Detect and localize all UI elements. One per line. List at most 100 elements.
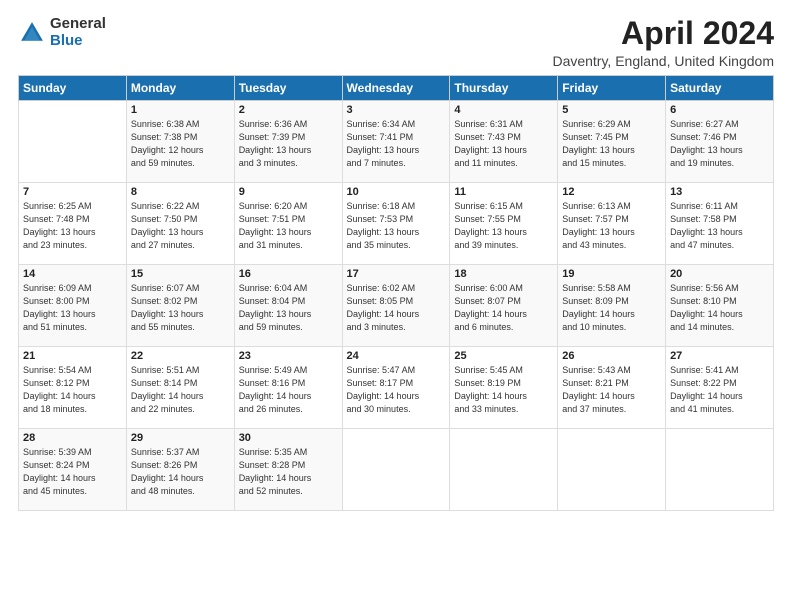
day-info: Sunrise: 6:00 AM Sunset: 8:07 PM Dayligh… (454, 282, 553, 334)
calendar-cell: 1 Sunrise: 6:38 AM Sunset: 7:38 PM Daylig… (126, 101, 234, 183)
header-cell-friday: Friday (558, 76, 666, 101)
week-row-2: 7 Sunrise: 6:25 AM Sunset: 7:48 PM Daylig… (19, 183, 774, 265)
week-row-3: 14 Sunrise: 6:09 AM Sunset: 8:00 PM Dayli… (19, 265, 774, 347)
calendar-table: SundayMondayTuesdayWednesdayThursdayFrid… (18, 75, 774, 511)
day-number: 25 (454, 350, 553, 362)
day-number: 21 (23, 350, 122, 362)
calendar-cell: 9 Sunrise: 6:20 AM Sunset: 7:51 PM Daylig… (234, 183, 342, 265)
day-info: Sunrise: 6:34 AM Sunset: 7:41 PM Dayligh… (347, 118, 446, 170)
day-number: 19 (562, 268, 661, 280)
day-info: Sunrise: 6:27 AM Sunset: 7:46 PM Dayligh… (670, 118, 769, 170)
calendar-cell: 25 Sunrise: 5:45 AM Sunset: 8:19 PM Dayli… (450, 347, 558, 429)
location: Daventry, England, United Kingdom (552, 53, 774, 69)
day-number: 1 (131, 104, 230, 116)
day-number: 3 (347, 104, 446, 116)
day-number: 2 (239, 104, 338, 116)
header-cell-saturday: Saturday (666, 76, 774, 101)
day-info: Sunrise: 5:39 AM Sunset: 8:24 PM Dayligh… (23, 446, 122, 498)
calendar-cell (19, 101, 127, 183)
day-number: 18 (454, 268, 553, 280)
day-info: Sunrise: 6:04 AM Sunset: 8:04 PM Dayligh… (239, 282, 338, 334)
week-row-4: 21Sunrise: 5:54 AM Sunset: 8:12 PM Dayli… (19, 347, 774, 429)
calendar-cell: 15 Sunrise: 6:07 AM Sunset: 8:02 PM Dayli… (126, 265, 234, 347)
calendar-header: SundayMondayTuesdayWednesdayThursdayFrid… (19, 76, 774, 101)
day-number: 16 (239, 268, 338, 280)
day-info: Sunrise: 5:49 AM Sunset: 8:16 PM Dayligh… (239, 364, 338, 416)
calendar-cell: 7 Sunrise: 6:25 AM Sunset: 7:48 PM Daylig… (19, 183, 127, 265)
day-info: Sunrise: 6:02 AM Sunset: 8:05 PM Dayligh… (347, 282, 446, 334)
day-info: Sunrise: 6:22 AM Sunset: 7:50 PM Dayligh… (131, 200, 230, 252)
day-number: 9 (239, 186, 338, 198)
day-info: Sunrise: 6:13 AM Sunset: 7:57 PM Dayligh… (562, 200, 661, 252)
calendar-body: 1 Sunrise: 6:38 AM Sunset: 7:38 PM Daylig… (19, 101, 774, 511)
calendar-cell: 29 Sunrise: 5:37 AM Sunset: 8:26 PM Dayli… (126, 429, 234, 511)
header-cell-wednesday: Wednesday (342, 76, 450, 101)
logo-blue: Blue (50, 33, 106, 50)
day-info: Sunrise: 5:45 AM Sunset: 8:19 PM Dayligh… (454, 364, 553, 416)
day-number: 30 (239, 432, 338, 444)
day-info: Sunrise: 6:07 AM Sunset: 8:02 PM Dayligh… (131, 282, 230, 334)
day-info: Sunrise: 5:35 AM Sunset: 8:28 PM Dayligh… (239, 446, 338, 498)
logo: General Blue (18, 16, 106, 49)
calendar-cell: 20Sunrise: 5:56 AM Sunset: 8:10 PM Dayli… (666, 265, 774, 347)
header-row: SundayMondayTuesdayWednesdayThursdayFrid… (19, 76, 774, 101)
title-section: April 2024 Daventry, England, United Kin… (552, 16, 774, 69)
day-info: Sunrise: 5:58 AM Sunset: 8:09 PM Dayligh… (562, 282, 661, 334)
day-number: 4 (454, 104, 553, 116)
day-number: 14 (23, 268, 122, 280)
day-number: 10 (347, 186, 446, 198)
calendar-cell: 24Sunrise: 5:47 AM Sunset: 8:17 PM Dayli… (342, 347, 450, 429)
day-info: Sunrise: 6:25 AM Sunset: 7:48 PM Dayligh… (23, 200, 122, 252)
day-info: Sunrise: 6:31 AM Sunset: 7:43 PM Dayligh… (454, 118, 553, 170)
calendar-cell (558, 429, 666, 511)
day-number: 15 (131, 268, 230, 280)
calendar-cell: 6 Sunrise: 6:27 AM Sunset: 7:46 PM Daylig… (666, 101, 774, 183)
day-info: Sunrise: 6:18 AM Sunset: 7:53 PM Dayligh… (347, 200, 446, 252)
calendar-cell: 22Sunrise: 5:51 AM Sunset: 8:14 PM Dayli… (126, 347, 234, 429)
calendar-cell: 19 Sunrise: 5:58 AM Sunset: 8:09 PM Dayli… (558, 265, 666, 347)
day-number: 13 (670, 186, 769, 198)
calendar-cell: 14 Sunrise: 6:09 AM Sunset: 8:00 PM Dayli… (19, 265, 127, 347)
day-number: 8 (131, 186, 230, 198)
calendar-cell: 10 Sunrise: 6:18 AM Sunset: 7:53 PM Dayli… (342, 183, 450, 265)
calendar-cell (666, 429, 774, 511)
calendar-cell: 3 Sunrise: 6:34 AM Sunset: 7:41 PM Daylig… (342, 101, 450, 183)
calendar-cell: 21Sunrise: 5:54 AM Sunset: 8:12 PM Dayli… (19, 347, 127, 429)
day-number: 7 (23, 186, 122, 198)
header-cell-tuesday: Tuesday (234, 76, 342, 101)
day-number: 29 (131, 432, 230, 444)
calendar-cell: 30 Sunrise: 5:35 AM Sunset: 8:28 PM Dayli… (234, 429, 342, 511)
header-cell-sunday: Sunday (19, 76, 127, 101)
calendar-cell (450, 429, 558, 511)
calendar-cell: 23 Sunrise: 5:49 AM Sunset: 8:16 PM Dayli… (234, 347, 342, 429)
day-info: Sunrise: 5:41 AM Sunset: 8:22 PM Dayligh… (670, 364, 769, 416)
week-row-1: 1 Sunrise: 6:38 AM Sunset: 7:38 PM Daylig… (19, 101, 774, 183)
day-number: 5 (562, 104, 661, 116)
calendar-cell: 27 Sunrise: 5:41 AM Sunset: 8:22 PM Dayli… (666, 347, 774, 429)
day-info: Sunrise: 6:11 AM Sunset: 7:58 PM Dayligh… (670, 200, 769, 252)
day-number: 22 (131, 350, 230, 362)
logo-icon (18, 19, 46, 47)
day-number: 17 (347, 268, 446, 280)
day-number: 24 (347, 350, 446, 362)
page: General Blue April 2024 Daventry, Englan… (0, 0, 792, 612)
day-info: Sunrise: 6:20 AM Sunset: 7:51 PM Dayligh… (239, 200, 338, 252)
day-number: 27 (670, 350, 769, 362)
header: General Blue April 2024 Daventry, Englan… (18, 16, 774, 69)
calendar-cell: 16 Sunrise: 6:04 AM Sunset: 8:04 PM Dayli… (234, 265, 342, 347)
calendar-cell (342, 429, 450, 511)
day-info: Sunrise: 6:29 AM Sunset: 7:45 PM Dayligh… (562, 118, 661, 170)
calendar-cell: 12Sunrise: 6:13 AM Sunset: 7:57 PM Dayli… (558, 183, 666, 265)
calendar-cell: 8 Sunrise: 6:22 AM Sunset: 7:50 PM Daylig… (126, 183, 234, 265)
day-number: 11 (454, 186, 553, 198)
day-info: Sunrise: 5:37 AM Sunset: 8:26 PM Dayligh… (131, 446, 230, 498)
day-number: 6 (670, 104, 769, 116)
day-number: 20 (670, 268, 769, 280)
day-info: Sunrise: 6:38 AM Sunset: 7:38 PM Dayligh… (131, 118, 230, 170)
day-info: Sunrise: 6:15 AM Sunset: 7:55 PM Dayligh… (454, 200, 553, 252)
day-info: Sunrise: 6:09 AM Sunset: 8:00 PM Dayligh… (23, 282, 122, 334)
logo-general: General (50, 16, 106, 33)
day-number: 23 (239, 350, 338, 362)
header-cell-monday: Monday (126, 76, 234, 101)
calendar-cell: 11 Sunrise: 6:15 AM Sunset: 7:55 PM Dayli… (450, 183, 558, 265)
